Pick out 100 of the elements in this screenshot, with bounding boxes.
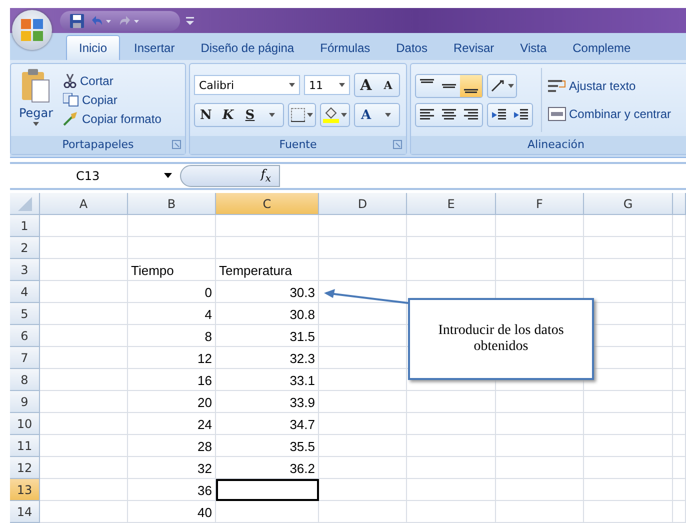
empty-cell[interactable]: [319, 369, 407, 391]
empty-cell[interactable]: [584, 391, 673, 413]
empty-cell[interactable]: [673, 347, 686, 369]
dialog-launcher-icon[interactable]: [172, 140, 181, 149]
row-header[interactable]: 9: [10, 391, 40, 413]
empty-cell[interactable]: [584, 413, 673, 435]
grow-font-button[interactable]: A: [355, 74, 377, 96]
font-size-field[interactable]: 11: [304, 75, 350, 96]
insert-function-button[interactable]: f$_{x}$: [180, 164, 280, 187]
paste-button[interactable]: Pegar: [15, 68, 57, 132]
empty-cell[interactable]: [407, 435, 496, 457]
empty-cell[interactable]: [673, 479, 686, 501]
empty-cell[interactable]: [673, 413, 686, 435]
column-header[interactable]: C: [216, 193, 319, 215]
row-header[interactable]: 12: [10, 457, 40, 479]
empty-cell[interactable]: [319, 325, 407, 347]
empty-cell[interactable]: [673, 303, 686, 325]
column-header[interactable]: D: [319, 193, 407, 215]
italic-button[interactable]: K: [217, 104, 239, 126]
empty-cell[interactable]: [496, 215, 584, 237]
customize-icon[interactable]: [186, 16, 194, 25]
empty-cell[interactable]: [407, 501, 496, 523]
column-header[interactable]: B: [128, 193, 216, 215]
row-header[interactable]: 1: [10, 215, 40, 237]
empty-cell[interactable]: [673, 391, 686, 413]
empty-cell[interactable]: [673, 369, 686, 391]
ribbon-tab[interactable]: Insertar: [122, 36, 187, 60]
empty-cell[interactable]: [496, 237, 584, 259]
empty-cell[interactable]: [496, 413, 584, 435]
ribbon-tab[interactable]: Datos: [384, 36, 440, 60]
ribbon-tab[interactable]: Fórmulas: [308, 36, 382, 60]
empty-cell[interactable]: [673, 435, 686, 457]
active-cell[interactable]: [216, 479, 319, 501]
ribbon-tab[interactable]: Vista: [508, 36, 559, 60]
empty-cell[interactable]: [407, 259, 496, 281]
empty-cell[interactable]: [216, 237, 319, 259]
select-all-corner[interactable]: [10, 193, 40, 215]
row-header[interactable]: 2: [10, 237, 40, 259]
empty-cell[interactable]: [584, 501, 673, 523]
ribbon-tab[interactable]: Diseño de página: [188, 36, 306, 60]
merge-center-button[interactable]: Combinar y centrar: [548, 107, 672, 122]
ribbon-tab[interactable]: Compleme: [560, 36, 643, 60]
empty-cell[interactable]: [216, 501, 319, 523]
empty-cell[interactable]: [319, 391, 407, 413]
empty-cell[interactable]: [407, 479, 496, 501]
empty-cell[interactable]: [319, 259, 407, 281]
column-header[interactable]: [673, 193, 686, 215]
row-header[interactable]: 3: [10, 259, 40, 281]
empty-cell[interactable]: [128, 215, 216, 237]
empty-cell[interactable]: [319, 435, 407, 457]
column-header[interactable]: A: [40, 193, 128, 215]
empty-cell[interactable]: [584, 479, 673, 501]
font-name-field[interactable]: Calibri: [194, 75, 300, 96]
wrap-text-button[interactable]: Ajustar texto: [548, 79, 672, 94]
row-header[interactable]: 14: [10, 501, 40, 523]
empty-cell[interactable]: [584, 237, 673, 259]
undo-icon[interactable]: [90, 14, 112, 27]
empty-cell[interactable]: [319, 347, 407, 369]
underline-button[interactable]: S: [239, 104, 261, 126]
empty-cell[interactable]: [584, 215, 673, 237]
row-header[interactable]: 5: [10, 303, 40, 325]
empty-cell[interactable]: [407, 457, 496, 479]
empty-cell[interactable]: [673, 325, 686, 347]
row-header[interactable]: 13: [10, 479, 40, 501]
cut-button[interactable]: Cortar: [63, 74, 162, 88]
vertical-align-button[interactable]: [460, 74, 482, 97]
empty-cell[interactable]: [496, 479, 584, 501]
row-header[interactable]: 4: [10, 281, 40, 303]
empty-cell[interactable]: [128, 237, 216, 259]
empty-cell[interactable]: [407, 413, 496, 435]
row-header[interactable]: 7: [10, 347, 40, 369]
column-header[interactable]: E: [407, 193, 496, 215]
row-header[interactable]: 10: [10, 413, 40, 435]
empty-cell[interactable]: [673, 281, 686, 303]
ribbon-tab[interactable]: Inicio: [66, 35, 120, 60]
empty-cell[interactable]: [407, 215, 496, 237]
save-icon[interactable]: [70, 14, 84, 28]
dialog-launcher-icon[interactable]: [393, 140, 402, 149]
copy-button[interactable]: Copiar: [63, 93, 162, 108]
empty-cell[interactable]: [584, 435, 673, 457]
empty-cell[interactable]: [319, 237, 407, 259]
ribbon-tab[interactable]: Revisar: [441, 36, 506, 60]
bold-button[interactable]: N: [195, 104, 217, 126]
empty-cell[interactable]: [496, 391, 584, 413]
empty-cell[interactable]: [673, 501, 686, 523]
empty-cell[interactable]: [319, 501, 407, 523]
empty-cell[interactable]: [673, 457, 686, 479]
empty-cell[interactable]: [216, 215, 319, 237]
empty-cell[interactable]: [496, 259, 584, 281]
redo-icon[interactable]: [118, 14, 140, 27]
empty-cell[interactable]: [584, 457, 673, 479]
empty-cell[interactable]: [319, 479, 407, 501]
empty-cell[interactable]: [496, 501, 584, 523]
row-header[interactable]: 11: [10, 435, 40, 457]
empty-cell[interactable]: [319, 215, 407, 237]
format-painter-button[interactable]: Copiar formato: [63, 112, 162, 126]
empty-cell[interactable]: [673, 237, 686, 259]
empty-cell[interactable]: [319, 413, 407, 435]
empty-cell[interactable]: [496, 457, 584, 479]
empty-cell[interactable]: [407, 237, 496, 259]
